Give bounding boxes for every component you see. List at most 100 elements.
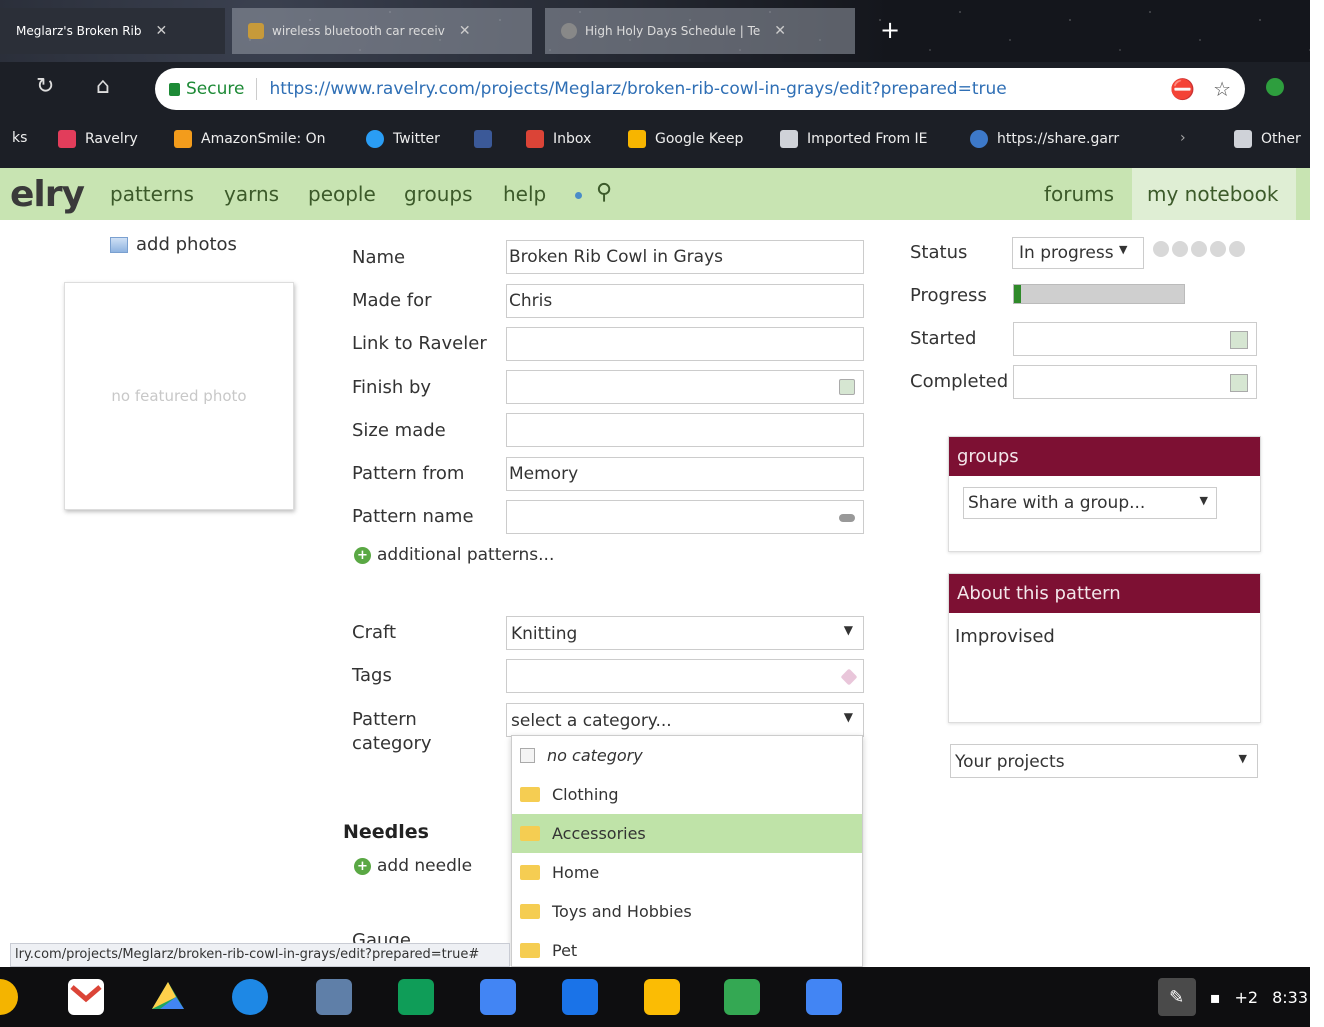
started-input[interactable] — [1013, 322, 1257, 356]
calculator-app-icon[interactable] — [316, 979, 352, 1015]
bookmark-label: Google Keep — [655, 131, 744, 147]
tab-bluetooth[interactable]: wireless bluetooth car receiv ✕ — [232, 8, 532, 54]
gmail-app-icon[interactable] — [68, 979, 104, 1015]
calendar-app-icon[interactable] — [806, 979, 842, 1015]
omnibox-divider — [256, 78, 258, 100]
address-bar[interactable]: Secure https://www.ravelry.com/projects/… — [155, 68, 1245, 110]
bookmark-facebook[interactable] — [474, 130, 501, 148]
tab-ravelry-project[interactable]: Meglarz's Broken Rib ✕ — [0, 8, 225, 54]
status-select[interactable]: In progress ▼ — [1012, 237, 1144, 269]
stylus-pen-icon[interactable]: ✎ — [1157, 978, 1196, 1016]
category-option-no-category[interactable]: no category — [512, 736, 862, 775]
reload-icon[interactable]: ↻ — [36, 74, 54, 99]
secure-indicator[interactable]: Secure — [169, 79, 244, 99]
nav-people[interactable]: people — [308, 182, 376, 206]
pattern-name-input[interactable] — [506, 500, 864, 534]
nav-help[interactable]: help — [503, 182, 546, 206]
pattern-category-select[interactable]: select a category... ▼ — [506, 703, 864, 737]
clock[interactable]: 8:33 — [1272, 988, 1308, 1007]
tab-high-holy-days[interactable]: High Holy Days Schedule | Te ✕ — [545, 8, 855, 54]
nav-forums[interactable]: forums — [1044, 182, 1114, 206]
add-needle-link[interactable]: + add needle — [354, 856, 472, 876]
chevron-down-icon: ▼ — [1199, 494, 1208, 507]
maps-app-icon[interactable] — [724, 979, 760, 1015]
category-option-accessories[interactable]: Accessories — [512, 814, 862, 853]
size-made-input[interactable] — [506, 413, 864, 447]
category-option-home[interactable]: Home — [512, 853, 862, 892]
new-tab-button[interactable]: + — [880, 16, 900, 44]
keep-bulb-icon — [628, 130, 646, 148]
notification-count[interactable]: +2 — [1234, 988, 1258, 1007]
calendar-icon[interactable] — [1230, 374, 1248, 392]
status-label: Status — [910, 242, 968, 263]
url-text[interactable]: https://www.ravelry.com/projects/Meglarz… — [269, 79, 1006, 99]
completed-label: Completed — [910, 371, 1009, 392]
extension-icon[interactable] — [1266, 78, 1284, 96]
bookmark-star-icon[interactable]: ☆ — [1213, 77, 1231, 101]
pattern-from-input[interactable]: Memory — [506, 457, 864, 491]
bookmark-imported-folder[interactable]: Imported From IE — [780, 130, 928, 148]
close-icon[interactable]: ✕ — [156, 23, 168, 39]
share-with-group-select[interactable]: Share with a group... ▼ — [963, 487, 1217, 519]
facebook-icon — [474, 130, 492, 148]
progress-bar[interactable] — [1013, 284, 1185, 304]
home-icon[interactable]: ⌂ — [96, 74, 110, 99]
completed-input[interactable] — [1013, 365, 1257, 399]
ravelry-favicon-icon — [58, 130, 76, 148]
bookmarks-overflow-chevron-icon[interactable]: › — [1180, 130, 1186, 146]
progress-fill — [1014, 285, 1021, 303]
chrome-app-icon[interactable] — [0, 979, 18, 1015]
bookmark-label: Imported From IE — [807, 131, 928, 147]
chevron-down-icon: ▼ — [1238, 752, 1247, 765]
bookmark-label: Inbox — [553, 131, 592, 147]
nav-patterns[interactable]: patterns — [110, 182, 194, 206]
bookmark-share-garmin[interactable]: https://share.garr — [970, 130, 1119, 148]
add-photos-link[interactable]: add photos — [110, 234, 237, 255]
search-icon[interactable]: ⚲ — [596, 180, 612, 205]
rating-dot-icon[interactable] — [1229, 241, 1245, 257]
finish-by-input[interactable] — [506, 370, 864, 404]
chevron-down-icon: ▼ — [843, 710, 853, 724]
rating-dot-icon[interactable] — [1191, 241, 1207, 257]
category-option-pet[interactable]: Pet — [512, 931, 862, 966]
link-to-raveler-input[interactable] — [506, 327, 864, 361]
nav-yarns[interactable]: yarns — [224, 182, 279, 206]
bookmark-twitter[interactable]: Twitter — [366, 130, 440, 148]
name-input[interactable]: Broken Rib Cowl in Grays — [506, 240, 864, 274]
bookmark-amazonsmile[interactable]: AmazonSmile: On — [174, 130, 326, 148]
category-option-clothing[interactable]: Clothing — [512, 775, 862, 814]
calendar-icon[interactable] — [1230, 331, 1248, 349]
rating-dot-icon[interactable] — [1153, 241, 1169, 257]
ravelry-logo[interactable]: elry — [10, 174, 85, 215]
bookmark-apps[interactable]: ks — [12, 130, 27, 146]
system-tray[interactable]: ✎ ▪ +2 8:33 — [1157, 967, 1308, 1027]
close-icon[interactable]: ✕ — [459, 23, 471, 39]
rating-dot-icon[interactable] — [1172, 241, 1188, 257]
tags-input[interactable] — [506, 659, 864, 693]
bookmark-inbox[interactable]: Inbox — [526, 130, 591, 148]
files-app-icon[interactable] — [232, 979, 268, 1015]
category-option-toys-and-hobbies[interactable]: Toys and Hobbies — [512, 892, 862, 931]
bookmark-google-keep[interactable]: Google Keep — [628, 130, 743, 148]
docs-app-icon[interactable] — [480, 979, 516, 1015]
more-icon[interactable] — [839, 514, 855, 522]
keep-drive-app-icon[interactable] — [562, 979, 598, 1015]
close-icon[interactable]: ✕ — [774, 23, 786, 39]
craft-select[interactable]: Knitting ▼ — [506, 616, 864, 650]
rating-dot-icon[interactable] — [1210, 241, 1226, 257]
keep-app-icon[interactable] — [644, 979, 680, 1015]
additional-patterns-link[interactable]: + additional patterns... — [354, 545, 554, 565]
cookie-blocked-icon[interactable]: ⛔ — [1170, 77, 1195, 101]
needles-heading: Needles — [343, 821, 429, 843]
drive-app-icon[interactable] — [150, 979, 186, 1015]
rating-stars[interactable] — [1153, 241, 1245, 257]
bookmark-other-folder[interactable]: Other — [1234, 130, 1301, 148]
made-for-input[interactable]: Chris — [506, 284, 864, 318]
sheets-app-icon[interactable] — [398, 979, 434, 1015]
calendar-icon[interactable] — [839, 379, 855, 395]
bookmark-ravelry[interactable]: Ravelry — [58, 130, 138, 148]
nav-groups[interactable]: groups — [404, 182, 473, 206]
your-projects-select[interactable]: Your projects ▼ — [950, 744, 1258, 778]
nav-my-notebook[interactable]: my notebook — [1147, 182, 1278, 206]
notifications-icon[interactable]: ▪ — [1210, 988, 1221, 1007]
